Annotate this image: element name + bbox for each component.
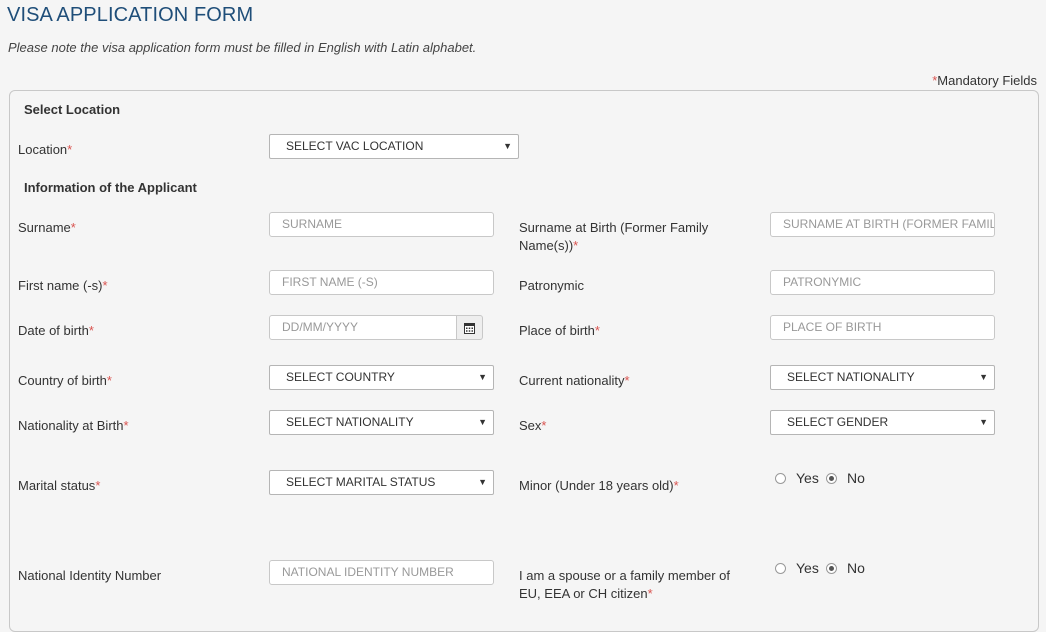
surname-at-birth-label: Surname at Birth (Former Family Name(s))*	[519, 219, 708, 255]
patronymic-input[interactable]: PATRONYMIC	[770, 270, 995, 295]
sex-value: SELECT GENDER	[787, 415, 889, 429]
minor-yes-label: Yes	[796, 470, 819, 486]
required-mark: *	[123, 418, 129, 433]
section-select-location: Select Location	[24, 102, 121, 117]
eu-family-yes-radio[interactable]	[775, 563, 786, 574]
location-select[interactable]: SELECT VAC LOCATION ▼	[269, 134, 519, 159]
required-mark: *	[673, 478, 679, 493]
minor-no-radio[interactable]	[826, 473, 837, 484]
sex-select[interactable]: SELECT GENDER ▼	[770, 410, 995, 435]
required-mark: *	[541, 418, 547, 433]
calendar-icon	[464, 322, 475, 334]
minor-label-text: Minor (Under 18 years old)	[519, 478, 674, 493]
required-mark: *	[624, 373, 630, 388]
caret-down-icon: ▼	[503, 141, 512, 151]
caret-down-icon: ▼	[478, 417, 487, 427]
eu-family-label-line2: EU, EEA or CH citizen	[519, 586, 648, 601]
eu-family-no-radio[interactable]	[826, 563, 837, 574]
required-mark: *	[102, 278, 108, 293]
mandatory-text: Mandatory Fields	[937, 73, 1037, 88]
surname-label: Surname*	[18, 219, 76, 237]
marital-status-select[interactable]: SELECT MARITAL STATUS ▼	[269, 470, 494, 495]
eu-family-yes-label: Yes	[796, 560, 819, 576]
country-of-birth-select[interactable]: SELECT COUNTRY ▼	[269, 365, 494, 390]
eu-family-label: I am a spouse or a family member of EU, E…	[519, 567, 730, 603]
minor-label: Minor (Under 18 years old)*	[519, 477, 679, 495]
minor-yes-radio[interactable]	[775, 473, 786, 484]
marital-status-value: SELECT MARITAL STATUS	[286, 475, 436, 489]
location-label: Location*	[18, 141, 72, 159]
patronymic-label: Patronymic	[519, 278, 585, 293]
required-mark: *	[88, 323, 94, 338]
date-of-birth-label: Date of birth*	[18, 322, 94, 340]
nationality-at-birth-select[interactable]: SELECT NATIONALITY ▼	[269, 410, 494, 435]
first-name-input[interactable]: FIRST NAME (-S)	[269, 270, 494, 295]
nationality-at-birth-label: Nationality at Birth*	[18, 417, 129, 435]
place-of-birth-label: Place of birth*	[519, 322, 600, 340]
marital-status-label: Marital status*	[18, 477, 100, 495]
marital-status-label-text: Marital status	[18, 478, 96, 493]
place-of-birth-input[interactable]: PLACE OF BIRTH	[770, 315, 995, 340]
national-id-input[interactable]: NATIONAL IDENTITY NUMBER	[269, 560, 494, 585]
form-panel	[9, 90, 1039, 632]
national-id-label: National Identity Number	[18, 568, 162, 583]
required-mark: *	[70, 220, 76, 235]
minor-no-label: No	[847, 470, 865, 486]
nationality-at-birth-value: SELECT NATIONALITY	[286, 415, 414, 429]
required-mark: *	[106, 373, 112, 388]
eu-family-no-label: No	[847, 560, 865, 576]
first-name-label: First name (-s)*	[18, 277, 108, 295]
surname-at-birth-label-line1: Surname at Birth (Former Family	[519, 220, 709, 235]
current-nationality-select[interactable]: SELECT NATIONALITY ▼	[770, 365, 995, 390]
country-of-birth-value: SELECT COUNTRY	[286, 370, 395, 384]
location-label-text: Location	[18, 142, 68, 157]
surname-input[interactable]: SURNAME	[269, 212, 494, 237]
place-of-birth-label-text: Place of birth	[519, 323, 595, 338]
required-mark: *	[95, 478, 101, 493]
mandatory-fields-note: *Mandatory Fields	[932, 73, 1037, 88]
required-mark: *	[67, 142, 73, 157]
surname-at-birth-input[interactable]: SURNAME AT BIRTH (FORMER FAMILY NAME(S))	[770, 212, 995, 237]
nationality-at-birth-label-text: Nationality at Birth	[18, 418, 124, 433]
form-note: Please note the visa application form mu…	[8, 40, 477, 55]
sex-label-text: Sex	[519, 418, 542, 433]
location-select-value: SELECT VAC LOCATION	[286, 139, 424, 153]
caret-down-icon: ▼	[979, 417, 988, 427]
required-mark: *	[647, 586, 653, 601]
page-title: VISA APPLICATION FORM	[7, 4, 254, 26]
eu-family-label-line1: I am a spouse or a family member of	[519, 568, 730, 583]
caret-down-icon: ▼	[979, 372, 988, 382]
sex-label: Sex*	[519, 417, 546, 435]
current-nationality-label: Current nationality*	[519, 372, 630, 390]
current-nationality-label-text: Current nationality	[519, 373, 625, 388]
country-of-birth-label: Country of birth*	[18, 372, 112, 390]
date-of-birth-label-text: Date of birth	[18, 323, 89, 338]
section-applicant-info: Information of the Applicant	[24, 180, 197, 195]
first-name-label-text: First name (-s)	[18, 278, 103, 293]
required-mark: *	[573, 238, 579, 253]
current-nationality-value: SELECT NATIONALITY	[787, 370, 915, 384]
caret-down-icon: ▼	[478, 372, 487, 382]
required-mark: *	[594, 323, 600, 338]
caret-down-icon: ▼	[478, 477, 487, 487]
date-of-birth-input[interactable]: DD/MM/YYYY	[269, 315, 457, 340]
surname-label-text: Surname	[18, 220, 71, 235]
country-of-birth-label-text: Country of birth	[18, 373, 107, 388]
calendar-button[interactable]	[457, 315, 483, 340]
surname-at-birth-label-line2: Name(s))	[519, 238, 574, 253]
